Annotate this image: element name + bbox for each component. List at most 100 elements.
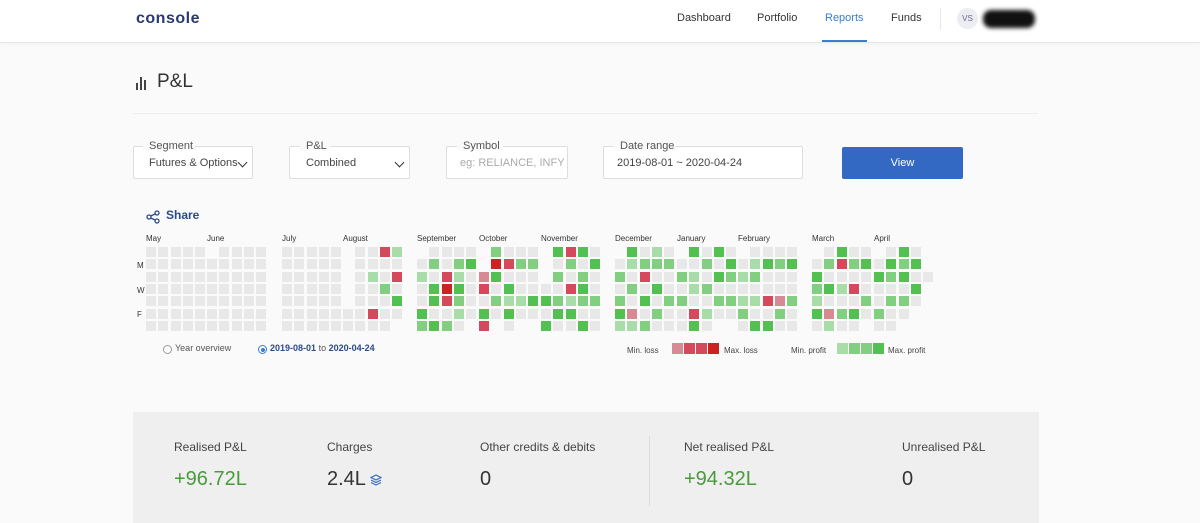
heatmap-day-cell[interactable] — [479, 283, 489, 294]
heatmap-day-cell[interactable] — [466, 283, 477, 294]
heatmap-day-cell[interactable] — [306, 296, 317, 307]
heatmap-day-cell[interactable] — [367, 308, 378, 319]
heatmap-day-cell[interactable] — [664, 247, 675, 257]
heatmap-day-cell[interactable] — [479, 271, 489, 282]
heatmap-day-cell[interactable] — [774, 247, 785, 257]
heatmap-day-cell[interactable] — [713, 271, 724, 282]
heatmap-day-cell[interactable] — [726, 296, 737, 307]
heatmap-day-cell[interactable] — [367, 283, 378, 294]
heatmap-day-cell[interactable] — [441, 271, 452, 282]
heatmap-day-cell[interactable] — [318, 259, 329, 270]
heatmap-day-cell[interactable] — [848, 247, 859, 257]
heatmap-day-cell[interactable] — [219, 320, 230, 331]
heatmap-day-cell[interactable] — [615, 283, 625, 294]
heatmap-day-cell[interactable] — [577, 308, 588, 319]
heatmap-day-cell[interactable] — [158, 296, 169, 307]
heatmap-day-cell[interactable] — [367, 259, 378, 270]
heatmap-day-cell[interactable] — [479, 320, 489, 331]
heatmap-day-cell[interactable] — [429, 283, 440, 294]
heatmap-day-cell[interactable] — [689, 271, 700, 282]
heatmap-day-cell[interactable] — [664, 259, 675, 270]
heatmap-day-cell[interactable] — [306, 259, 317, 270]
heatmap-day-cell[interactable] — [219, 259, 230, 270]
heatmap-day-cell[interactable] — [195, 259, 206, 270]
heatmap-day-cell[interactable] — [379, 308, 390, 319]
heatmap-day-cell[interactable] — [886, 320, 897, 331]
heatmap-day-cell[interactable] — [392, 247, 403, 257]
heatmap-day-cell[interactable] — [590, 271, 601, 282]
heatmap-day-cell[interactable] — [294, 271, 305, 282]
heatmap-day-cell[interactable] — [774, 308, 785, 319]
heatmap-day-cell[interactable] — [417, 259, 427, 270]
heatmap-day-cell[interactable] — [417, 296, 427, 307]
heatmap-day-cell[interactable] — [219, 283, 230, 294]
heatmap-day-cell[interactable] — [256, 308, 267, 319]
heatmap-day-cell[interactable] — [503, 259, 514, 270]
heatmap-day-cell[interactable] — [256, 296, 267, 307]
heatmap-day-cell[interactable] — [713, 247, 724, 257]
heatmap-day-cell[interactable] — [874, 296, 884, 307]
heatmap-day-cell[interactable] — [256, 247, 267, 257]
heatmap-day-cell[interactable] — [701, 283, 712, 294]
heatmap-day-cell[interactable] — [515, 296, 526, 307]
heatmap-day-cell[interactable] — [677, 308, 687, 319]
heatmap-day-cell[interactable] — [146, 247, 156, 257]
heatmap-day-cell[interactable] — [774, 271, 785, 282]
heatmap-day-cell[interactable] — [750, 259, 761, 270]
heatmap-day-cell[interactable] — [243, 283, 254, 294]
heatmap-day-cell[interactable] — [219, 296, 230, 307]
heatmap-day-cell[interactable] — [528, 259, 539, 270]
heatmap-day-cell[interactable] — [282, 247, 292, 257]
heatmap-day-cell[interactable] — [565, 296, 576, 307]
heatmap-day-cell[interactable] — [355, 247, 366, 257]
heatmap-day-cell[interactable] — [886, 271, 897, 282]
heatmap-day-cell[interactable] — [615, 296, 625, 307]
heatmap-day-cell[interactable] — [491, 308, 502, 319]
heatmap-day-cell[interactable] — [627, 308, 638, 319]
heatmap-day-cell[interactable] — [577, 247, 588, 257]
heatmap-day-cell[interactable] — [812, 320, 822, 331]
heatmap-day-cell[interactable] — [367, 296, 378, 307]
heatmap-day-cell[interactable] — [158, 308, 169, 319]
heatmap-day-cell[interactable] — [590, 320, 601, 331]
heatmap-day-cell[interactable] — [515, 259, 526, 270]
heatmap-day-cell[interactable] — [367, 247, 378, 257]
heatmap-day-cell[interactable] — [689, 259, 700, 270]
heatmap-day-cell[interactable] — [848, 320, 859, 331]
heatmap-day-cell[interactable] — [417, 283, 427, 294]
heatmap-day-cell[interactable] — [738, 308, 748, 319]
heatmap-day-cell[interactable] — [392, 283, 403, 294]
heatmap-day-cell[interactable] — [219, 271, 230, 282]
heatmap-day-cell[interactable] — [441, 283, 452, 294]
heatmap-day-cell[interactable] — [677, 259, 687, 270]
heatmap-day-cell[interactable] — [231, 247, 242, 257]
heatmap-day-cell[interactable] — [243, 296, 254, 307]
heatmap-day-cell[interactable] — [491, 271, 502, 282]
heatmap-day-cell[interactable] — [910, 296, 921, 307]
heatmap-day-cell[interactable] — [713, 259, 724, 270]
heatmap-day-cell[interactable] — [615, 271, 625, 282]
heatmap-day-cell[interactable] — [750, 247, 761, 257]
heatmap-day-cell[interactable] — [146, 271, 156, 282]
heatmap-day-cell[interactable] — [750, 308, 761, 319]
heatmap-day-cell[interactable] — [453, 296, 464, 307]
heatmap-day-cell[interactable] — [182, 259, 193, 270]
heatmap-day-cell[interactable] — [231, 271, 242, 282]
heatmap-day-cell[interactable] — [306, 271, 317, 282]
heatmap-day-cell[interactable] — [294, 283, 305, 294]
heatmap-day-cell[interactable] — [417, 320, 427, 331]
heatmap-day-cell[interactable] — [491, 296, 502, 307]
heatmap-day-cell[interactable] — [318, 283, 329, 294]
heatmap-day-cell[interactable] — [256, 283, 267, 294]
heatmap-day-cell[interactable] — [294, 308, 305, 319]
heatmap-day-cell[interactable] — [441, 259, 452, 270]
heatmap-day-cell[interactable] — [762, 320, 773, 331]
heatmap-day-cell[interactable] — [565, 247, 576, 257]
heatmap-day-cell[interactable] — [848, 271, 859, 282]
nav-dashboard[interactable]: Dashboard — [677, 12, 731, 24]
heatmap-day-cell[interactable] — [861, 308, 872, 319]
heatmap-day-cell[interactable] — [713, 283, 724, 294]
heatmap-day-cell[interactable] — [528, 308, 539, 319]
heatmap-day-cell[interactable] — [677, 271, 687, 282]
heatmap-day-cell[interactable] — [355, 271, 366, 282]
